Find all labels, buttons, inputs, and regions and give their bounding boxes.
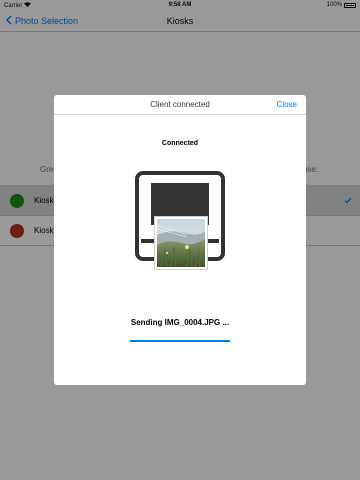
photo-thumbnail bbox=[155, 217, 207, 269]
photo-image bbox=[157, 219, 205, 267]
client-connected-dialog: Client connected Close Connected Sending… bbox=[54, 95, 306, 385]
dialog-title: Client connected bbox=[150, 100, 210, 109]
upload-progress-bar bbox=[130, 340, 230, 342]
upload-progress-fill bbox=[130, 340, 230, 342]
sending-status-text: Sending IMG_0004.JPG ... bbox=[130, 318, 230, 327]
dialog-header: Client connected Close bbox=[54, 95, 306, 115]
connection-status: Connected bbox=[161, 140, 199, 147]
printer-icon bbox=[135, 171, 225, 269]
close-button[interactable]: Close bbox=[277, 100, 297, 109]
